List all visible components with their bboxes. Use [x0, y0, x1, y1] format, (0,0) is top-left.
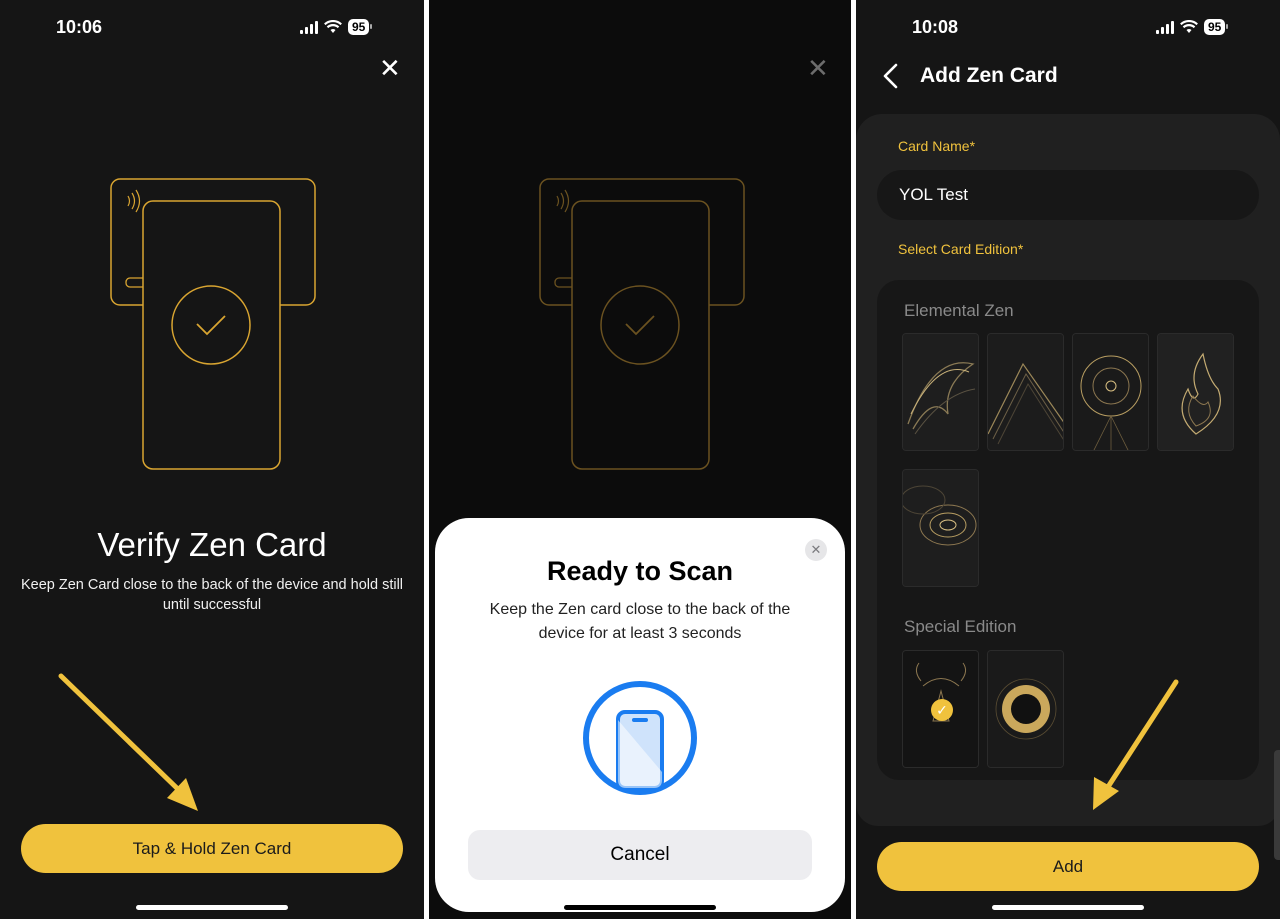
- card-name-input[interactable]: YOL Test: [877, 170, 1259, 220]
- verify-zen-card-screen: 10:06 95 ✕ Verify Zen Card Keep Zen Card…: [0, 0, 424, 919]
- card-option-ether[interactable]: [1072, 333, 1149, 451]
- water-card-art: [903, 470, 978, 586]
- status-time: 10:08: [912, 17, 959, 37]
- ready-to-scan-sheet: ✕ Ready to Scan Keep the Zen card close …: [435, 518, 845, 912]
- card-edition-label: Select Card Edition*: [898, 241, 1024, 257]
- card-option-year-of-love[interactable]: ✓: [902, 650, 979, 768]
- status-icons: 95: [300, 19, 373, 35]
- add-button[interactable]: Add: [877, 842, 1259, 891]
- card-option-the-one[interactable]: [987, 650, 1064, 768]
- close-icon[interactable]: ✕: [379, 55, 401, 81]
- status-time: 10:06: [56, 17, 103, 37]
- page-title: Add Zen Card: [920, 64, 1058, 87]
- card-option-air[interactable]: [902, 333, 979, 451]
- wifi-icon: [1180, 20, 1198, 33]
- card-option-earth[interactable]: [987, 333, 1064, 451]
- card-edition-selector: Elemental Zen Special Edition ✓: [877, 280, 1259, 780]
- back-icon[interactable]: [880, 62, 902, 90]
- home-indicator: [992, 905, 1144, 910]
- battery-indicator: 95: [348, 19, 373, 35]
- signal-icon: [300, 20, 318, 34]
- sheet-title: Ready to Scan: [546, 556, 734, 586]
- phone-card-illustration: [110, 178, 316, 470]
- signal-icon: [1156, 20, 1174, 34]
- group-title-special: Special Edition: [904, 617, 1017, 636]
- air-card-art: [903, 334, 978, 450]
- the-one-card-art: [988, 651, 1063, 767]
- page-title: Verify Zen Card: [97, 526, 327, 563]
- card-name-label: Card Name*: [898, 138, 976, 154]
- add-zen-card-screen: 10:08 95 Add Zen Card Card Name* YOL Tes…: [856, 0, 1280, 919]
- page-description: Keep Zen Card close to the back of the d…: [20, 577, 404, 613]
- sheet-description: Keep the Zen card close to the back of t…: [489, 601, 791, 642]
- status-icons: 95: [1156, 19, 1229, 35]
- card-option-fire[interactable]: [1157, 333, 1234, 451]
- fire-card-art: [1158, 334, 1233, 450]
- card-option-water[interactable]: [902, 469, 979, 587]
- nfc-scan-screen: ✕ ✕ Ready to Scan Keep the Zen card clos…: [429, 0, 851, 919]
- annotation-arrow: [1093, 679, 1179, 810]
- annotation-arrow: [58, 673, 198, 811]
- tap-hold-button[interactable]: Tap & Hold Zen Card: [21, 824, 403, 873]
- side-handle: [1274, 750, 1280, 860]
- earth-card-art: [988, 334, 1063, 450]
- wifi-icon: [324, 20, 342, 33]
- home-indicator: [136, 905, 288, 910]
- phone-card-illustration: [539, 178, 745, 470]
- close-icon[interactable]: ✕: [807, 55, 829, 81]
- phone-scan-icon: [583, 681, 697, 795]
- group-title-elemental: Elemental Zen: [904, 301, 1014, 320]
- selected-check-icon: ✓: [931, 699, 953, 721]
- battery-indicator: 95: [1204, 19, 1229, 35]
- cancel-button[interactable]: Cancel: [468, 830, 812, 880]
- home-indicator: [564, 905, 716, 910]
- ether-card-art: [1073, 334, 1148, 450]
